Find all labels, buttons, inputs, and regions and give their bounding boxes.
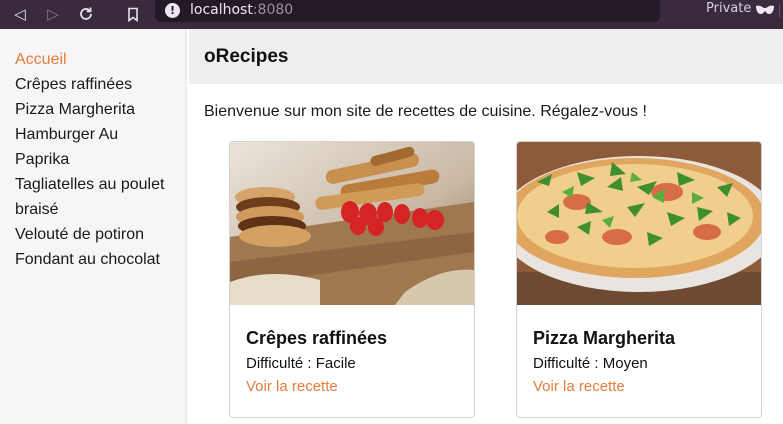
address-bar[interactable]: ! localhost:8080 — [155, 0, 780, 22]
welcome-text: Bienvenue sur mon site de recettes de cu… — [204, 103, 647, 120]
sidebar-item-accueil[interactable]: Accueil — [15, 47, 180, 72]
forward-icon[interactable]: ▷ — [42, 3, 64, 25]
card-link[interactable]: Voir la recette — [246, 378, 387, 395]
sidebar-item-fondant[interactable]: Fondant au chocolat — [15, 247, 180, 272]
sidebar-item-tagliatelles[interactable]: Tagliatelles au poulet — [15, 172, 180, 197]
card-difficulty: Difficulté : Moyen — [533, 355, 648, 372]
url-divider — [779, 4, 780, 18]
browser-toolbar: ◁ ▷ ! localhost:8080 Private — [0, 0, 783, 29]
pizza-photo — [517, 142, 761, 305]
private-mask-icon — [756, 5, 774, 15]
site-info-icon[interactable]: ! — [165, 3, 180, 18]
sidebar-item-pizza[interactable]: Pizza Margherita — [15, 97, 180, 122]
brand-title: oRecipes — [204, 46, 289, 67]
recipe-card: Pizza Margherita Difficulté : Moyen Voir… — [516, 141, 762, 418]
card-body: Crêpes raffinées Difficulté : Facile Voi… — [246, 328, 387, 395]
reload-icon[interactable] — [75, 3, 97, 25]
card-title: Crêpes raffinées — [246, 328, 388, 348]
sidebar-item-hamburger-cont[interactable]: Paprika — [15, 147, 180, 172]
sidebar: Accueil Crêpes raffinées Pizza Margherit… — [0, 29, 187, 424]
page-header: oRecipes — [189, 29, 783, 84]
back-icon[interactable]: ◁ — [9, 3, 31, 25]
crepes-photo — [230, 142, 474, 305]
bookmark-icon[interactable] — [122, 3, 144, 25]
sidebar-menu: Accueil Crêpes raffinées Pizza Margherit… — [15, 47, 180, 272]
private-label: Private — [706, 1, 752, 16]
url-host: localhost — [190, 2, 253, 18]
url-port: :8080 — [252, 2, 294, 18]
card-link[interactable]: Voir la recette — [533, 378, 675, 395]
sidebar-item-veloute[interactable]: Velouté de potiron — [15, 222, 180, 247]
sidebar-item-hamburger[interactable]: Hamburger Au — [15, 122, 180, 147]
card-title: Pizza Margherita — [533, 328, 676, 348]
url-text[interactable]: localhost:8080 — [190, 2, 293, 18]
sidebar-item-tagliatelles-cont[interactable]: braisé — [15, 197, 180, 222]
card-difficulty: Difficulté : Facile — [246, 355, 356, 372]
card-body: Pizza Margherita Difficulté : Moyen Voir… — [533, 328, 675, 395]
sidebar-item-crepes[interactable]: Crêpes raffinées — [15, 72, 180, 97]
recipe-card: Crêpes raffinées Difficulté : Facile Voi… — [229, 141, 475, 418]
